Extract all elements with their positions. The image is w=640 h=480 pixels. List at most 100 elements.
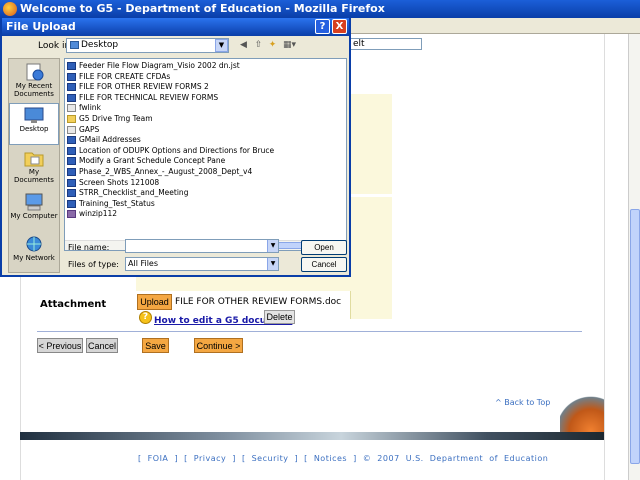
footer-links[interactable]: [ FOIA ] [ Privacy ] [ Security ] [ Noti… bbox=[138, 454, 548, 463]
chevron-down-icon[interactable]: ▼ bbox=[215, 39, 228, 52]
page-right-border bbox=[604, 34, 605, 480]
dialog-title: File Upload bbox=[6, 20, 76, 33]
file-list-item[interactable]: G5 Drive Trng Team bbox=[67, 114, 153, 124]
page-vertical-scrollbar[interactable] bbox=[628, 34, 640, 480]
file-name: Location of ODUPK Options and Directions… bbox=[79, 145, 275, 155]
file-list-item[interactable]: Feeder File Flow Diagram_Visio 2002 dn.j… bbox=[67, 61, 240, 71]
file-list[interactable]: Feeder File Flow Diagram_Visio 2002 dn.j… bbox=[64, 58, 347, 251]
recent-documents-icon bbox=[23, 63, 45, 81]
shortcut-icon bbox=[67, 125, 76, 134]
chevron-down-icon[interactable]: ▼ bbox=[267, 240, 278, 252]
file-name-label: File name: bbox=[68, 243, 110, 252]
files-of-type-label: Files of type: bbox=[68, 260, 119, 269]
place-label: My Network bbox=[13, 254, 55, 262]
place-my-network[interactable]: My Network bbox=[9, 233, 59, 275]
file-name: Modify a Grant Schedule Concept Pane bbox=[79, 156, 226, 166]
file-name: FILE FOR OTHER REVIEW FORMS 2 bbox=[79, 82, 209, 92]
view-menu-icon[interactable]: ▦▾ bbox=[282, 40, 297, 51]
shortcut-icon bbox=[67, 104, 76, 113]
files-of-type-value: All Files bbox=[128, 259, 159, 268]
file-list-item[interactable]: STRR_Checklist_and_Meeting bbox=[67, 188, 188, 198]
document-icon bbox=[67, 62, 76, 70]
file-list-item[interactable]: GMail Addresses bbox=[67, 135, 141, 145]
desktop-folder-icon bbox=[70, 41, 79, 49]
file-name: G5 Drive Trng Team bbox=[79, 114, 153, 123]
document-icon bbox=[67, 136, 76, 145]
files-of-type-select[interactable]: All Files ▼ bbox=[125, 257, 279, 271]
previous-button[interactable]: < Previous bbox=[37, 338, 83, 353]
form-panel-lower bbox=[350, 197, 392, 319]
document-icon bbox=[67, 72, 76, 81]
file-list-item[interactable]: Training_Test_Status bbox=[67, 199, 155, 209]
place-label: My Recent Documents bbox=[14, 82, 54, 98]
my-documents-icon bbox=[23, 149, 45, 167]
cancel-button[interactable]: Cancel bbox=[86, 338, 118, 353]
browser-title-bar: Welcome to G5 - Department of Education … bbox=[0, 0, 640, 18]
dialog-cancel-button[interactable]: Cancel bbox=[301, 257, 347, 272]
browser-title: Welcome to G5 - Department of Education … bbox=[20, 2, 385, 15]
place-my-documents[interactable]: My Documents bbox=[9, 147, 59, 189]
page-scrollbar-thumb[interactable] bbox=[630, 209, 640, 464]
file-list-item[interactable]: GAPS bbox=[67, 125, 99, 135]
file-list-item[interactable]: Location of ODUPK Options and Directions… bbox=[67, 146, 274, 156]
dialog-title-bar[interactable]: File Upload bbox=[2, 18, 349, 36]
save-button[interactable]: Save bbox=[142, 338, 169, 353]
attached-filename: FILE FOR OTHER REVIEW FORMS.doc bbox=[175, 297, 342, 307]
my-computer-icon bbox=[23, 193, 45, 211]
document-icon bbox=[67, 199, 76, 208]
file-list-item[interactable]: Phase_2_WBS_Annex_-_August_2008_Dept_v4 bbox=[67, 167, 252, 177]
delete-button[interactable]: Delete bbox=[264, 310, 295, 324]
document-icon bbox=[67, 157, 76, 166]
file-name: GMail Addresses bbox=[79, 135, 141, 145]
file-list-item[interactable]: FILE FOR CREATE CFDAs bbox=[67, 72, 170, 82]
file-name: Screen Shots 121008 bbox=[79, 177, 160, 187]
up-folder-icon[interactable]: ⇧ bbox=[253, 40, 264, 51]
document-icon bbox=[67, 83, 76, 92]
file-name: Feeder File Flow Diagram_Visio 2002 dn.j… bbox=[79, 61, 240, 70]
file-name: GAPS bbox=[79, 124, 100, 134]
back-icon[interactable]: ◀ bbox=[238, 40, 249, 51]
firefox-icon bbox=[3, 2, 17, 16]
new-folder-icon[interactable]: ✦ bbox=[267, 40, 278, 51]
zip-file-icon bbox=[67, 210, 76, 219]
file-list-item[interactable]: Screen Shots 121008 bbox=[67, 178, 159, 188]
place-my-computer[interactable]: My Computer bbox=[9, 191, 59, 233]
chevron-down-icon[interactable]: ▼ bbox=[267, 258, 278, 270]
section-divider bbox=[37, 331, 582, 332]
file-upload-dialog: File Upload ? X Look in: Desktop ▼ ◀ ⇧ ✦… bbox=[0, 18, 351, 277]
file-name: Training_Test_Status bbox=[79, 198, 155, 208]
form-panel-upper bbox=[350, 94, 392, 194]
my-network-icon bbox=[23, 235, 45, 253]
document-icon bbox=[67, 189, 76, 198]
place-label: My Computer bbox=[10, 212, 58, 220]
dialog-close-button[interactable]: X bbox=[332, 19, 347, 34]
file-list-item[interactable]: FILE FOR OTHER REVIEW FORMS 2 bbox=[67, 82, 209, 92]
file-name: FILE FOR TECHNICAL REVIEW FORMS bbox=[79, 92, 219, 102]
document-icon bbox=[67, 168, 76, 176]
attachment-label: Attachment bbox=[40, 299, 107, 310]
continue-button[interactable]: Continue > bbox=[194, 338, 243, 353]
look-in-select[interactable]: Desktop bbox=[66, 38, 229, 53]
file-name: winzip112 bbox=[79, 209, 118, 219]
place-desktop[interactable]: Desktop bbox=[9, 103, 59, 145]
look-in-value: Desktop bbox=[81, 40, 119, 50]
file-list-item[interactable]: Modify a Grant Schedule Concept Pane bbox=[67, 156, 225, 166]
back-to-top-link[interactable]: ^ Back to Top bbox=[495, 398, 550, 407]
places-bar: My Recent Documents Desktop My Documents… bbox=[8, 58, 60, 273]
dialog-help-button[interactable]: ? bbox=[315, 19, 330, 34]
upload-button[interactable]: Upload bbox=[137, 294, 172, 310]
desktop-icon bbox=[23, 106, 45, 124]
document-icon bbox=[67, 93, 76, 102]
document-icon bbox=[67, 178, 76, 187]
file-list-item[interactable]: FILE FOR TECHNICAL REVIEW FORMS bbox=[67, 93, 218, 103]
help-icon[interactable]: ? bbox=[139, 311, 152, 324]
place-my-recent-documents[interactable]: My Recent Documents bbox=[9, 61, 59, 103]
file-list-item[interactable]: fwlink bbox=[67, 103, 101, 113]
file-name: fwlink bbox=[79, 103, 101, 113]
file-name-input[interactable]: ▼ bbox=[125, 239, 279, 253]
background-text-field[interactable]: elt bbox=[350, 38, 422, 50]
open-button[interactable]: Open bbox=[301, 240, 347, 255]
file-name: STRR_Checklist_and_Meeting bbox=[79, 188, 189, 198]
file-list-item[interactable]: winzip112 bbox=[67, 209, 117, 219]
footer-banner bbox=[20, 432, 604, 440]
